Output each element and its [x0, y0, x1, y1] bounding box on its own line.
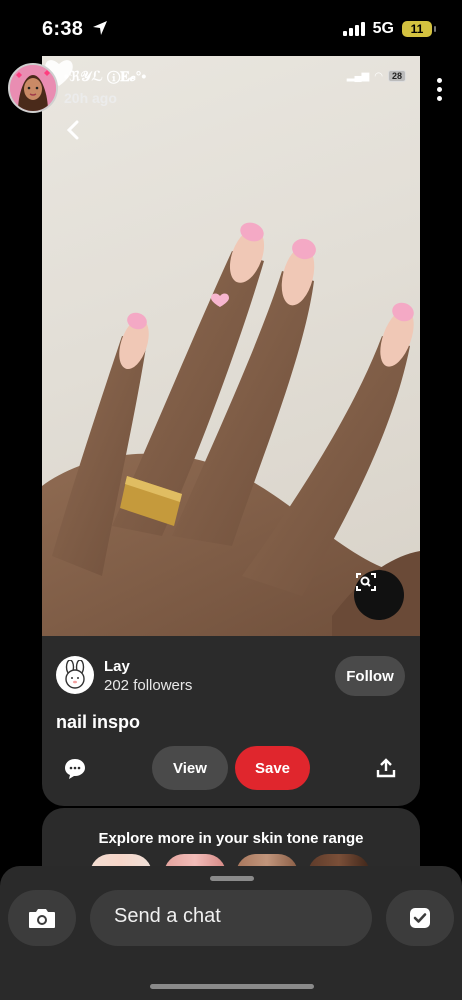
follow-button[interactable]: Follow: [335, 656, 405, 696]
bitmoji-avatar-icon: [10, 65, 56, 111]
pin-title: nail inspo: [56, 712, 141, 732]
status-time: 6:38: [42, 18, 108, 41]
status-indicators: 5G 11: [342, 20, 436, 38]
more-options-icon[interactable]: [437, 78, 442, 101]
network-label: 5G: [372, 20, 394, 37]
visual-search-icon: [356, 573, 376, 591]
inner-status-bar: ▂▄▆ ◠ 28: [347, 70, 406, 82]
hand-illustration: [42, 222, 420, 636]
creator-avatar[interactable]: [56, 656, 94, 694]
story-timestamp: 20h ago: [64, 90, 117, 106]
profile-avatar[interactable]: [8, 63, 58, 113]
reply-sticker-icon: [410, 908, 430, 928]
inner-wifi-icon: ◠: [374, 70, 383, 82]
signal-icon: [342, 22, 365, 36]
explore-title: Explore more in your skin tone range: [98, 830, 364, 847]
chat-placeholder[interactable]: Send a chat: [114, 905, 221, 928]
inner-battery-icon: 28: [387, 70, 406, 82]
battery-icon: 11: [402, 21, 436, 37]
share-icon[interactable]: [376, 758, 396, 778]
sheet-grabber[interactable]: [210, 876, 254, 881]
bunny-avatar-icon: [65, 660, 85, 689]
home-indicator[interactable]: [150, 984, 314, 989]
camera-button[interactable]: [8, 890, 76, 946]
view-button[interactable]: View: [152, 746, 228, 790]
status-time-text: 6:38: [42, 18, 84, 40]
reply-sticker-button[interactable]: [386, 890, 454, 946]
story-username[interactable]: •ℜ𝒴ℒ ⓘ𝐄𝓮°•: [64, 68, 146, 85]
inner-signal-icon: ▂▄▆: [346, 70, 370, 82]
comment-icon[interactable]: [64, 758, 86, 780]
camera-icon: [29, 909, 55, 928]
location-arrow-icon: [93, 21, 108, 35]
creator-name[interactable]: Lay: [104, 658, 130, 675]
story-card[interactable]: ▂▄▆ ◠ 28 Lay 202 followers Follow nail i…: [42, 56, 420, 806]
visual-search-button[interactable]: [354, 570, 404, 620]
battery-level: 11: [410, 22, 424, 36]
pin-image[interactable]: ▂▄▆ ◠ 28: [42, 56, 420, 636]
save-button[interactable]: Save: [235, 746, 310, 790]
creator-followers: 202 followers: [104, 677, 193, 694]
